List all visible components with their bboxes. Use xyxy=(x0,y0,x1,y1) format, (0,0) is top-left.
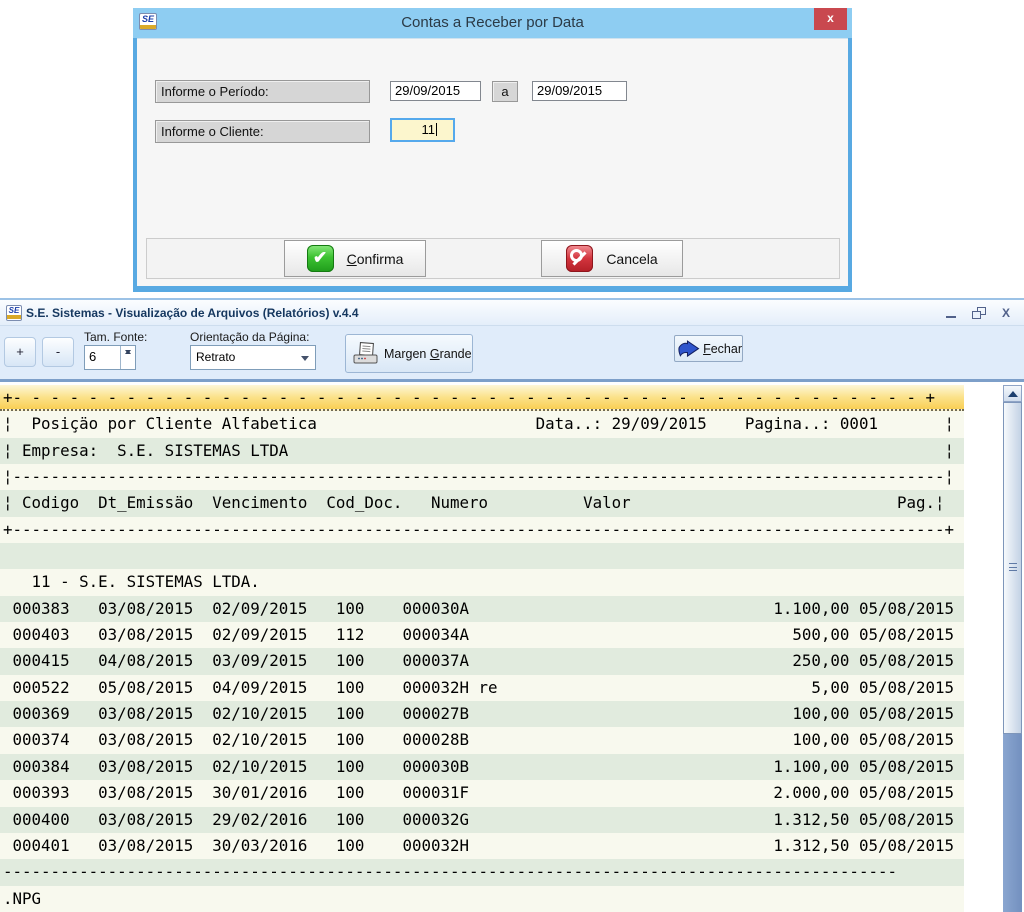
dialog-titlebar[interactable]: SE Contas a Receber por Data x xyxy=(133,8,852,38)
font-size-label: Tam. Fonte: xyxy=(84,330,147,344)
report-line[interactable]: 000393 03/08/2015 30/01/2016 100 000031F… xyxy=(0,780,964,806)
report-line[interactable]: +- - - - - - - - - - - - - - - - - - - -… xyxy=(0,385,964,411)
report-line[interactable]: +---------------------------------------… xyxy=(0,517,964,543)
client-input[interactable]: 11 xyxy=(390,118,455,142)
confirm-button-label: Confirma xyxy=(347,251,404,267)
report-line[interactable]: 000522 05/08/2015 04/09/2015 100 000032H… xyxy=(0,675,964,701)
cancel-button-label: Cancela xyxy=(606,251,657,267)
report-line[interactable]: 000403 03/08/2015 02/09/2015 112 000034A… xyxy=(0,622,964,648)
close-button[interactable]: X xyxy=(1002,305,1010,321)
app-icon-bar xyxy=(140,25,156,29)
report-line[interactable]: 000415 04/08/2015 03/09/2015 100 000037A… xyxy=(0,648,964,674)
text-caret xyxy=(436,123,437,136)
close-icon-small: X xyxy=(1002,306,1010,320)
report-line[interactable]: 11 - S.E. SISTEMAS LTDA. xyxy=(0,569,964,595)
check-icon: ✔ xyxy=(307,245,334,272)
dialog-window: SE Contas a Receber por Data x Informe o… xyxy=(133,8,852,292)
dialog-button-panel: ✔ Confirma Cancela xyxy=(146,238,840,279)
zoom-out-button[interactable]: - xyxy=(42,337,74,367)
report-line[interactable]: 000384 03/08/2015 02/10/2015 100 000030B… xyxy=(0,754,964,780)
minimize-button[interactable] xyxy=(946,305,956,321)
font-size-value: 6 xyxy=(89,349,96,364)
chevron-down-icon xyxy=(301,356,309,361)
scrollbar-thumb[interactable] xyxy=(1003,402,1022,734)
period-from-input[interactable]: 29/09/2015 xyxy=(390,81,481,101)
cancel-icon xyxy=(566,245,593,272)
report-line[interactable]: ¦ Posiçäo por Cliente Alfabetica Data..:… xyxy=(0,411,964,437)
margin-button-label: Margen Grande xyxy=(384,347,472,361)
close-icon: x xyxy=(827,11,834,25)
report-line[interactable]: ----------------------------------------… xyxy=(0,859,964,885)
report-area: +- - - - - - - - - - - - - - - - - - - -… xyxy=(0,385,1024,912)
margin-button[interactable]: Margen Grande xyxy=(345,334,473,373)
report-window: SE S.E. Sistemas - Visualização de Arqui… xyxy=(0,298,1024,912)
report-lines: +- - - - - - - - - - - - - - - - - - - -… xyxy=(0,385,1024,912)
printer-icon xyxy=(352,342,379,366)
chevron-up-icon xyxy=(1008,391,1018,397)
window-titlebar[interactable]: SE S.E. Sistemas - Visualização de Arqui… xyxy=(0,298,1024,326)
report-line[interactable] xyxy=(0,543,964,569)
app-icon-small: SE xyxy=(6,305,22,321)
close-report-label: Fechar xyxy=(703,342,742,356)
client-value: 11 xyxy=(422,122,436,137)
report-line[interactable]: 000400 03/08/2015 29/02/2016 100 000032G… xyxy=(0,807,964,833)
app-icon: SE xyxy=(139,13,157,30)
period-label: Informe o Período: xyxy=(155,80,370,103)
arrow-icon xyxy=(678,338,700,360)
vertical-scrollbar[interactable] xyxy=(1003,385,1022,912)
font-size-spinner[interactable]: 6 xyxy=(84,345,136,370)
orientation-select[interactable]: Retrato xyxy=(190,345,316,370)
dialog-title: Contas a Receber por Data xyxy=(133,8,852,38)
restore-button[interactable] xyxy=(972,307,986,319)
client-label: Informe o Cliente: xyxy=(155,120,370,143)
report-line[interactable]: ¦ Codigo Dt_Emissäo Vencimento Cod_Doc. … xyxy=(0,490,964,516)
zoom-in-button[interactable]: + xyxy=(4,337,36,367)
report-line[interactable]: 000374 03/08/2015 02/10/2015 100 000028B… xyxy=(0,727,964,753)
orientation-label: Orientação da Página: xyxy=(190,330,309,344)
dialog-body: Informe o Período: 29/09/2015 a 29/09/20… xyxy=(137,38,848,286)
chevron-down-icon xyxy=(125,350,131,354)
scroll-up-button[interactable] xyxy=(1003,385,1022,402)
report-line[interactable]: 000369 03/08/2015 02/10/2015 100 000027B… xyxy=(0,701,964,727)
scrollbar-grip-icon xyxy=(1009,563,1017,571)
toolbar: + - Tam. Fonte: 6 Orientação da Página: … xyxy=(0,326,1024,382)
scrollbar-track[interactable] xyxy=(1003,734,1022,912)
report-line[interactable]: ¦---------------------------------------… xyxy=(0,464,964,490)
window-title: S.E. Sistemas - Visualização de Arquivos… xyxy=(26,306,359,320)
orientation-value: Retrato xyxy=(196,350,235,364)
report-line[interactable]: ¦ Empresa: S.E. SISTEMAS LTDA ¦ xyxy=(0,438,964,464)
period-to-input[interactable]: 29/09/2015 xyxy=(532,81,627,101)
confirm-button[interactable]: ✔ Confirma xyxy=(284,240,426,277)
close-report-button[interactable]: Fechar xyxy=(674,335,743,362)
report-line[interactable]: .NPG xyxy=(0,886,964,912)
app-icon-text: SE xyxy=(140,14,156,25)
period-separator-label: a xyxy=(492,81,518,102)
cancel-button[interactable]: Cancela xyxy=(541,240,683,277)
dialog-close-button[interactable]: x xyxy=(814,8,847,30)
report-line[interactable]: 000401 03/08/2015 30/03/2016 100 000032H… xyxy=(0,833,964,859)
report-line[interactable]: 000383 03/08/2015 02/09/2015 100 000030A… xyxy=(0,596,964,622)
window-controls: X xyxy=(946,305,1010,321)
